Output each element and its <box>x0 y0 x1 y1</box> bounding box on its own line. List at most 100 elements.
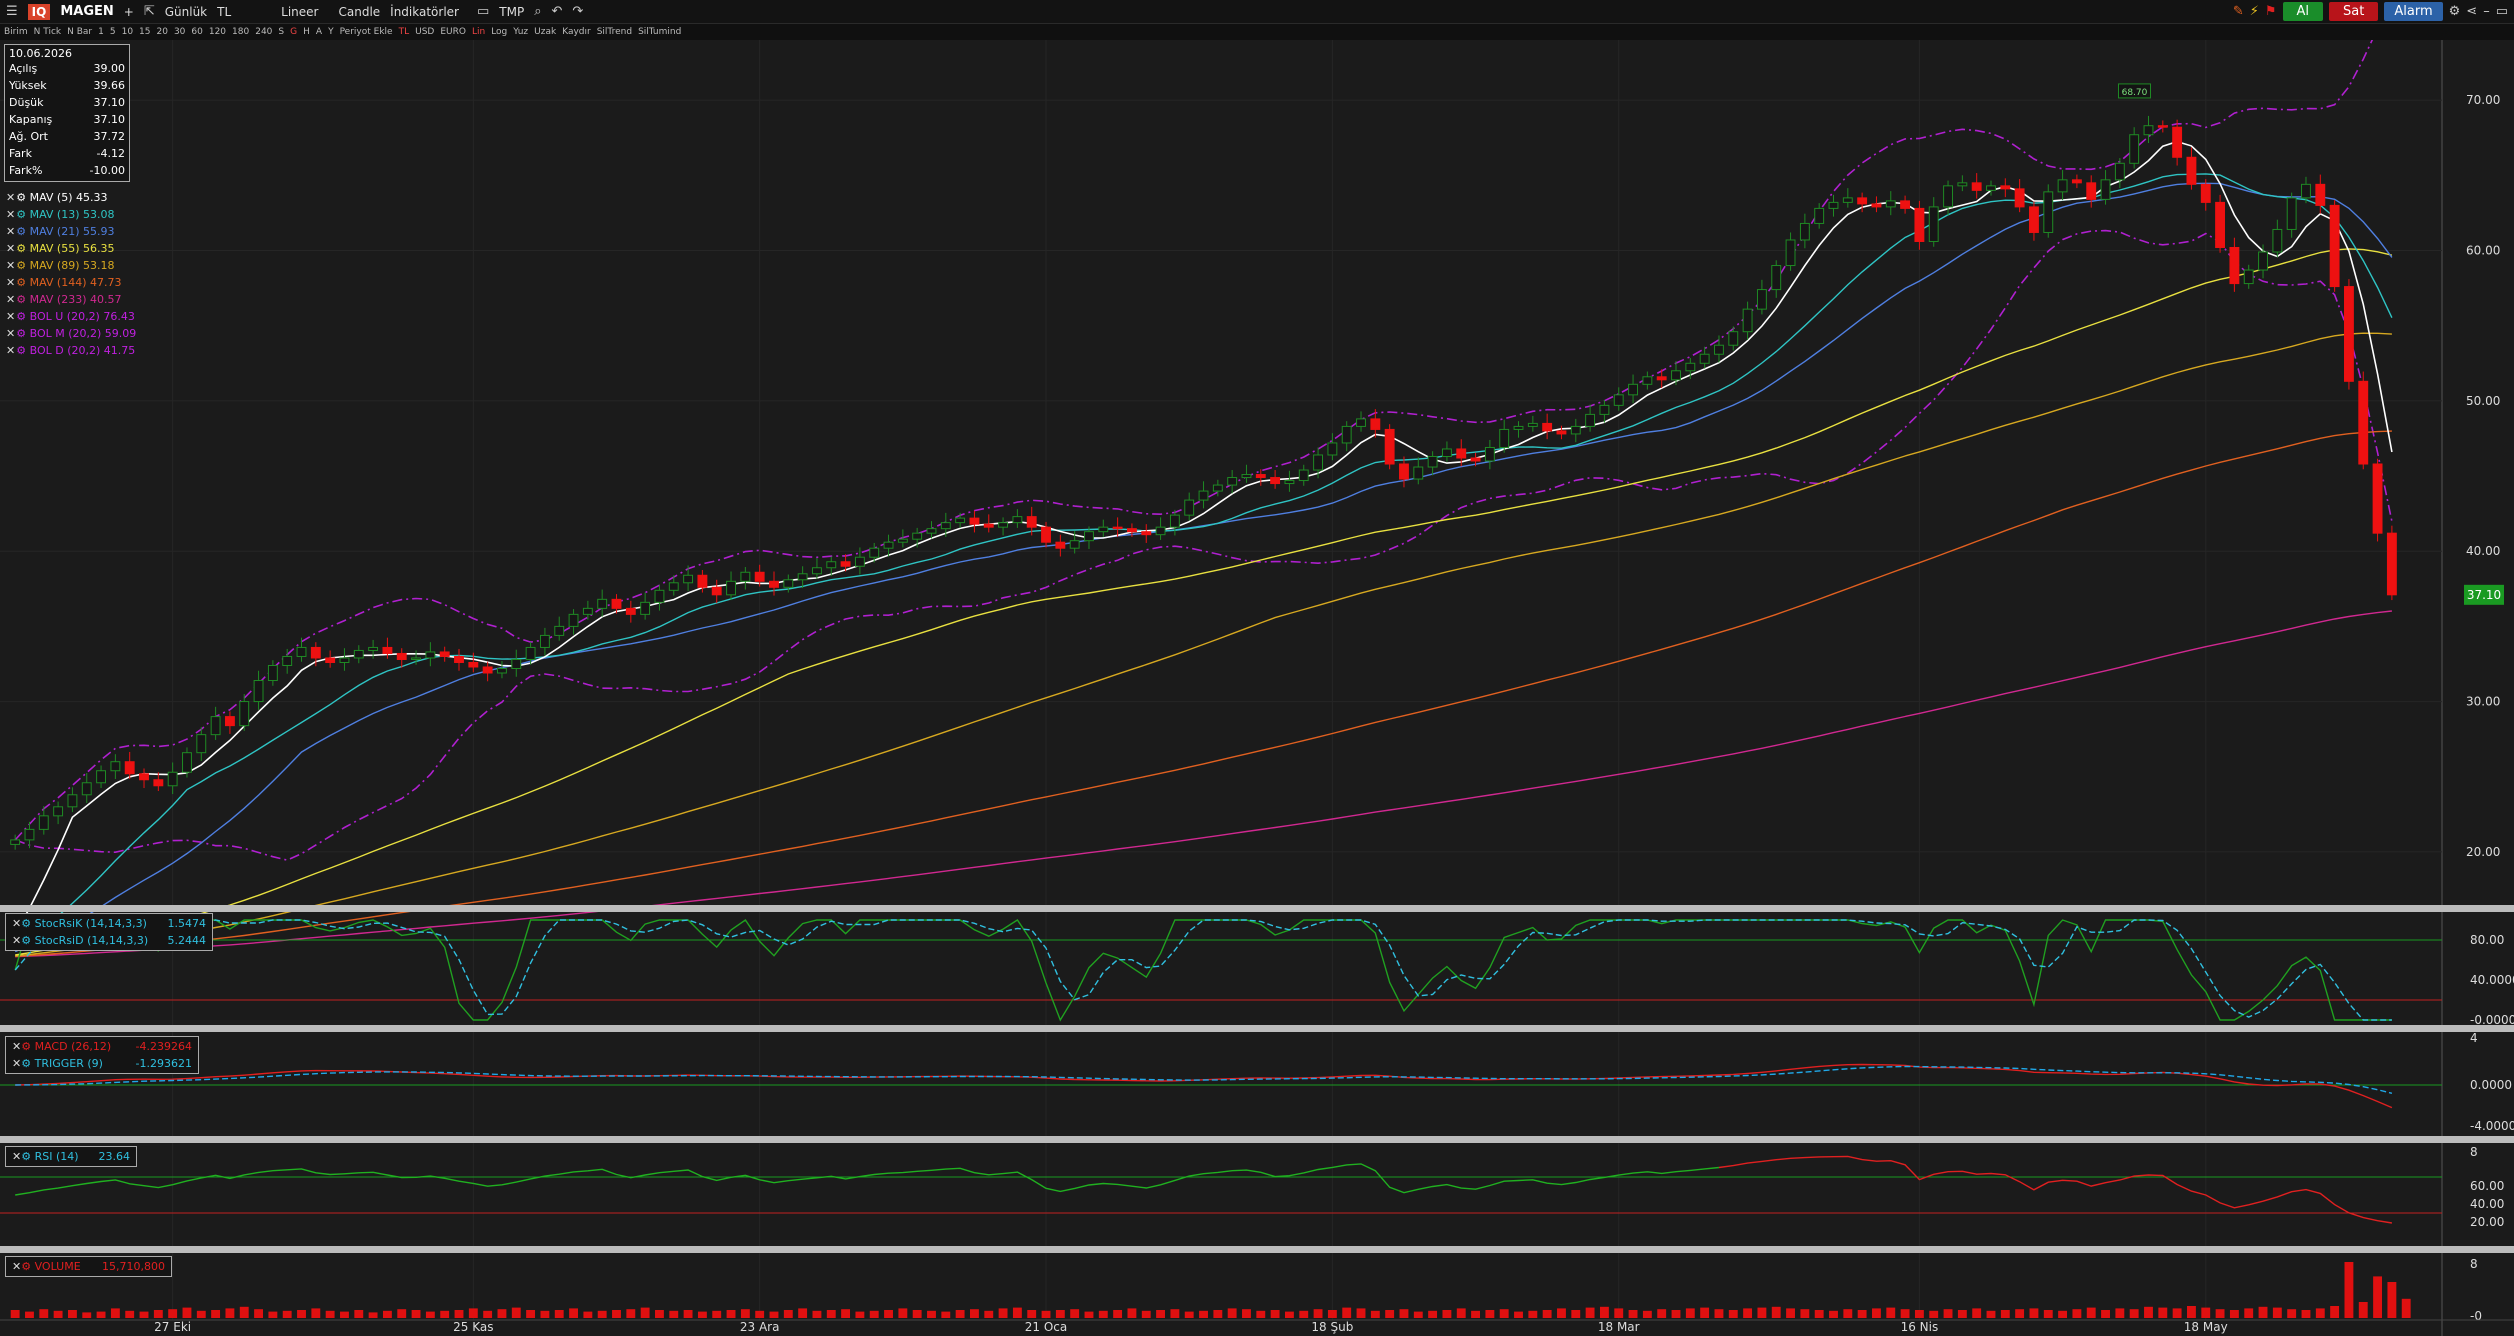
close-icon[interactable]: ✕ <box>6 310 15 323</box>
share-icon[interactable]: ⋖ <box>2466 4 2477 19</box>
settings-icon[interactable]: ⚙ <box>21 1260 31 1273</box>
toolbar2-item[interactable]: 180 <box>232 27 249 37</box>
toolbar2-item[interactable]: A <box>316 27 322 37</box>
maximize-icon[interactable]: ▭ <box>2496 4 2508 19</box>
close-icon[interactable]: ✕ <box>12 934 21 947</box>
candle <box>2000 185 2011 190</box>
flag-icon[interactable]: ⚑ <box>2265 4 2277 19</box>
close-icon[interactable]: ✕ <box>12 1040 21 1053</box>
currency-selector[interactable]: TL <box>217 5 231 19</box>
toolbar2-item[interactable]: Uzak <box>534 27 556 37</box>
toolbar2-item[interactable]: SilTumind <box>638 27 681 37</box>
toolbar2-item[interactable]: 10 <box>122 27 133 37</box>
volume-bar <box>1728 1310 1738 1318</box>
alarm-button[interactable]: Alarm <box>2384 2 2443 21</box>
close-icon[interactable]: ✕ <box>6 327 15 340</box>
info-label: Fark <box>9 147 32 160</box>
minimize-icon[interactable]: – <box>2483 4 2490 19</box>
symbol-selector[interactable]: MAGEN <box>60 4 113 19</box>
candle <box>110 761 121 772</box>
candle <box>769 580 779 588</box>
settings-icon[interactable]: ⚙ <box>16 327 26 340</box>
settings-icon[interactable]: ⚙ <box>16 276 26 289</box>
toolbar2-item[interactable]: Lin <box>472 27 485 37</box>
settings-icon[interactable]: ⚙ <box>16 310 26 323</box>
settings-icon[interactable]: ⚙ <box>16 293 26 306</box>
toolbar2-item[interactable]: Log <box>491 27 507 37</box>
toolbar2-item[interactable]: N Bar <box>67 27 92 37</box>
toolbar2-item[interactable]: SilTrend <box>597 27 632 37</box>
folder-icon[interactable]: ▭ <box>477 4 489 19</box>
pencil-icon[interactable]: ✎ <box>2233 4 2244 19</box>
toolbar2-item[interactable]: Yuz <box>513 27 528 37</box>
close-icon[interactable]: ✕ <box>6 242 15 255</box>
indicators-menu[interactable]: İndikatörler <box>390 5 459 19</box>
redo-icon[interactable]: ↷ <box>572 4 583 19</box>
close-icon[interactable]: ✕ <box>6 259 15 272</box>
toolbar2-item[interactable]: 15 <box>139 27 150 37</box>
toolbar2-item[interactable]: Y <box>328 27 334 37</box>
search-icon[interactable]: ⌕ <box>534 4 541 19</box>
volume-bar <box>1599 1306 1609 1318</box>
toolbar2-item[interactable]: Kaydır <box>562 27 591 37</box>
toolbar2-item[interactable]: G <box>290 27 297 37</box>
close-icon[interactable]: ✕ <box>6 293 15 306</box>
settings-icon[interactable]: ⚙ <box>21 917 31 930</box>
volume-bar <box>869 1310 879 1318</box>
template-button[interactable]: TMP <box>499 5 524 19</box>
close-icon[interactable]: ✕ <box>12 1260 21 1273</box>
external-link-icon[interactable]: ⇱ <box>144 4 155 19</box>
settings-icon[interactable]: ⚙ <box>21 1057 31 1070</box>
gear-icon[interactable]: ⚙ <box>2449 4 2461 19</box>
lightning-icon[interactable]: ⚡ <box>2250 4 2259 19</box>
close-icon[interactable]: ✕ <box>6 225 15 238</box>
volume-bar <box>1471 1310 1480 1318</box>
toolbar2-item[interactable]: H <box>303 27 310 37</box>
close-icon[interactable]: ✕ <box>12 917 21 930</box>
info-label: Düşük <box>9 96 44 109</box>
buy-button[interactable]: Al <box>2282 2 2324 21</box>
close-icon[interactable]: ✕ <box>12 1057 21 1070</box>
menu-icon[interactable]: ☰ <box>6 4 18 19</box>
toolbar2-item[interactable]: Birim <box>4 27 28 37</box>
toolbar2-item[interactable]: 240 <box>255 27 272 37</box>
toolbar2-item[interactable]: 60 <box>191 27 202 37</box>
toolbar2-item[interactable]: N Tick <box>34 27 61 37</box>
toolbar2-item[interactable]: 1 <box>98 27 104 37</box>
settings-icon[interactable]: ⚙ <box>16 242 26 255</box>
add-symbol-button[interactable]: + <box>124 5 134 19</box>
toolbar2-item[interactable]: TL <box>399 27 410 37</box>
scale-selector[interactable]: Lineer <box>281 5 318 19</box>
close-icon[interactable]: ✕ <box>12 1150 21 1163</box>
volume-bar <box>1786 1308 1795 1318</box>
undo-icon[interactable]: ↶ <box>551 4 562 19</box>
settings-icon[interactable]: ⚙ <box>16 344 26 357</box>
toolbar2-item[interactable]: S <box>278 27 284 37</box>
settings-icon[interactable]: ⚙ <box>16 208 26 221</box>
candle <box>797 573 808 581</box>
period-selector[interactable]: Günlük <box>165 5 207 19</box>
toolbar2-item[interactable]: EURO <box>440 27 466 37</box>
close-icon[interactable]: ✕ <box>6 344 15 357</box>
sell-button[interactable]: Sat <box>2329 2 2379 21</box>
candle <box>1084 531 1094 542</box>
toolbar2-item[interactable]: Periyot Ekle <box>340 27 393 37</box>
settings-icon[interactable]: ⚙ <box>16 225 26 238</box>
toolbar2-item[interactable]: 30 <box>174 27 185 37</box>
chart-type-selector[interactable]: Candle <box>338 5 380 19</box>
close-icon[interactable]: ✕ <box>6 208 15 221</box>
settings-icon[interactable]: ⚙ <box>16 259 26 272</box>
toolbar2-item[interactable]: USD <box>415 27 434 37</box>
settings-icon[interactable]: ⚙ <box>16 191 26 204</box>
toolbar2-item[interactable]: 20 <box>157 27 168 37</box>
candle <box>2329 204 2340 288</box>
toolbar2-item[interactable]: 5 <box>110 27 116 37</box>
settings-icon[interactable]: ⚙ <box>21 1040 31 1053</box>
close-icon[interactable]: ✕ <box>6 191 15 204</box>
chart-area[interactable]: 20.00 30.00 40.00 50.00 60.00 70.00 27 Eki 25 K… <box>0 40 2514 1336</box>
close-icon[interactable]: ✕ <box>6 276 15 289</box>
volume-bar <box>1370 1310 1380 1318</box>
toolbar2-item[interactable]: 120 <box>209 27 226 37</box>
settings-icon[interactable]: ⚙ <box>21 934 31 947</box>
settings-icon[interactable]: ⚙ <box>21 1150 31 1163</box>
